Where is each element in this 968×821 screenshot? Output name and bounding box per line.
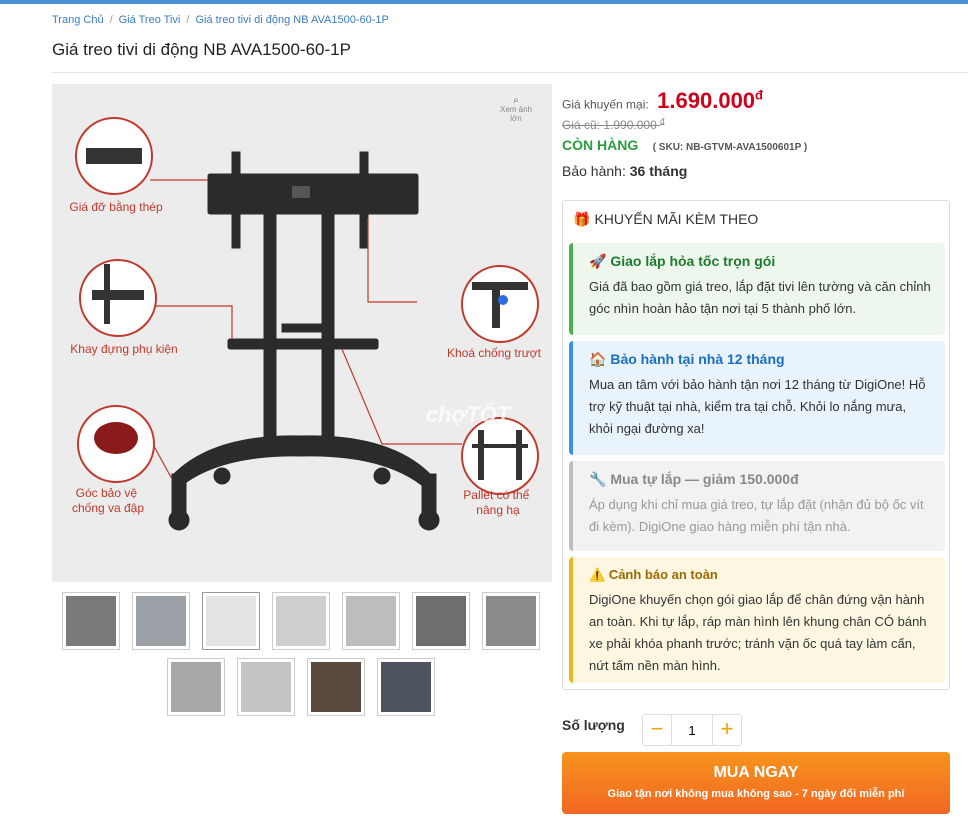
old-price: Giá cũ: 1.990.000 đ: [562, 117, 665, 132]
main-product-image[interactable]: Giá đỡ bằng thép Khay đựng phụ kiện Khoá…: [52, 84, 552, 582]
quantity-label: Số lượng: [562, 717, 625, 733]
warning-icon: ⚠️: [589, 567, 606, 582]
quantity-input[interactable]: [671, 715, 713, 745]
wrench-icon: 🔧: [589, 471, 607, 487]
breadcrumb-category[interactable]: Giá Treo Tivi: [119, 14, 181, 26]
caption-anti-slip-lock: Khoá chống trượt: [447, 346, 542, 360]
caption-bumper: Góc bảo vệ chống va đập: [72, 486, 144, 515]
promo-card-home-warranty: 🏠 Bảo hành tại nhà 12 tháng Mua an tâm v…: [569, 341, 945, 455]
promo-card-title: Mua tự lắp — giảm 150.000đ: [610, 471, 799, 487]
stock-row: CÒN HÀNG ( SKU: NB-GTVM-AVA1500601P ): [562, 137, 807, 155]
promo-card-title: Bảo hành tại nhà 12 tháng: [610, 351, 785, 367]
rocket-icon: 🚀: [589, 253, 607, 269]
thumbnail-1[interactable]: [62, 592, 120, 650]
promo-card-title: Giao lắp hỏa tốc trọn gói: [610, 253, 776, 269]
thumbnail-11[interactable]: [377, 658, 435, 716]
quantity-row: Số lượng − +: [562, 714, 950, 746]
breadcrumb-current[interactable]: Giá treo tivi di động NB AVA1500-60-1P: [195, 14, 388, 26]
buy-now-label: MUA NGAY: [713, 764, 799, 781]
buy-now-button[interactable]: MUA NGAY Giao tận nơi không mua không sa…: [562, 752, 950, 814]
caption-pallet: Pallet có thể nâng hạ: [463, 488, 532, 517]
house-icon: 🏠: [589, 351, 607, 367]
sale-price-label: Giá khuyến mại:: [562, 97, 649, 112]
promo-card-self-install: 🔧 Mua tự lắp — giảm 150.000đ Áp dụng khi…: [569, 461, 945, 551]
top-accent-bar: [0, 0, 968, 4]
promo-card-desc: Mua an tâm với bảo hành tận nơi 12 tháng…: [589, 377, 926, 436]
breadcrumb-home[interactable]: Trang Chủ: [52, 14, 104, 26]
quantity-plus-button[interactable]: +: [713, 715, 741, 745]
sku-text: ( SKU: NB-GTVM-AVA1500601P ): [652, 142, 808, 153]
magnifier-icon: ⌕: [513, 95, 519, 106]
thumbnail-5[interactable]: [342, 592, 400, 650]
sale-price-row: Giá khuyến mại: 1.690.000đ: [562, 88, 763, 114]
tv-stand-illustration: Giá đỡ bằng thép Khay đựng phụ kiện Khoá…: [69, 117, 542, 531]
promo-card-title: Cảnh báo an toàn: [608, 567, 718, 582]
thumbnail-8[interactable]: [167, 658, 225, 716]
stock-status: CÒN HÀNG: [562, 137, 639, 153]
thumbnail-4[interactable]: [272, 592, 330, 650]
promo-box: 🎁 KHUYẾN MÃI KÈM THEO 🚀 Giao lắp hỏa tốc …: [562, 200, 950, 690]
sale-price: 1.690.000đ: [657, 88, 763, 114]
thumbnail-9[interactable]: [237, 658, 295, 716]
warranty-value: 36 tháng: [629, 163, 688, 179]
promo-header: 🎁 KHUYẾN MÃI KÈM THEO: [573, 211, 759, 227]
zoom-label: Xem ảnh lớn: [499, 105, 533, 123]
title-divider: [52, 72, 968, 73]
promo-card-desc: Áp dụng khi chỉ mua giá treo, tự lắp đặt…: [589, 497, 924, 534]
buy-now-subtitle: Giao tận nơi không mua không sao - 7 ngà…: [607, 788, 905, 800]
promo-card-desc: DigiOne khuyến chọn gói giao lắp để chân…: [589, 592, 927, 673]
page-title: Giá treo tivi di động NB AVA1500-60-1P: [52, 40, 351, 59]
thumbnail-6[interactable]: [412, 592, 470, 650]
thumbnail-10[interactable]: [307, 658, 365, 716]
gift-icon: 🎁: [573, 211, 591, 227]
quantity-minus-button[interactable]: −: [643, 715, 671, 745]
zoom-button[interactable]: ⌕ Xem ảnh lớn: [496, 95, 536, 124]
warranty-info: Bảo hành: 36 tháng: [562, 163, 688, 179]
promo-card-desc: Giá đã bao gồm giá treo, lắp đặt tivi lê…: [589, 279, 931, 316]
promo-card-express-install: 🚀 Giao lắp hỏa tốc trọn gói Giá đã bao g…: [569, 243, 945, 335]
caption-steel-frame: Giá đỡ bằng thép: [69, 199, 163, 214]
promo-card-safety-warning: ⚠️ Cảnh báo an toàn DigiOne khuyến chọn …: [569, 557, 945, 683]
thumbnail-7[interactable]: [482, 592, 540, 650]
breadcrumb: Trang Chủ / Giá Treo Tivi / Giá treo tivi di…: [52, 14, 389, 26]
thumbnail-2[interactable]: [132, 592, 190, 650]
quantity-stepper: − +: [642, 714, 742, 746]
thumbnail-3[interactable]: [202, 592, 260, 650]
watermark: chợTỐT: [426, 402, 512, 427]
caption-accessory-tray: Khay đựng phụ kiện: [70, 342, 177, 356]
